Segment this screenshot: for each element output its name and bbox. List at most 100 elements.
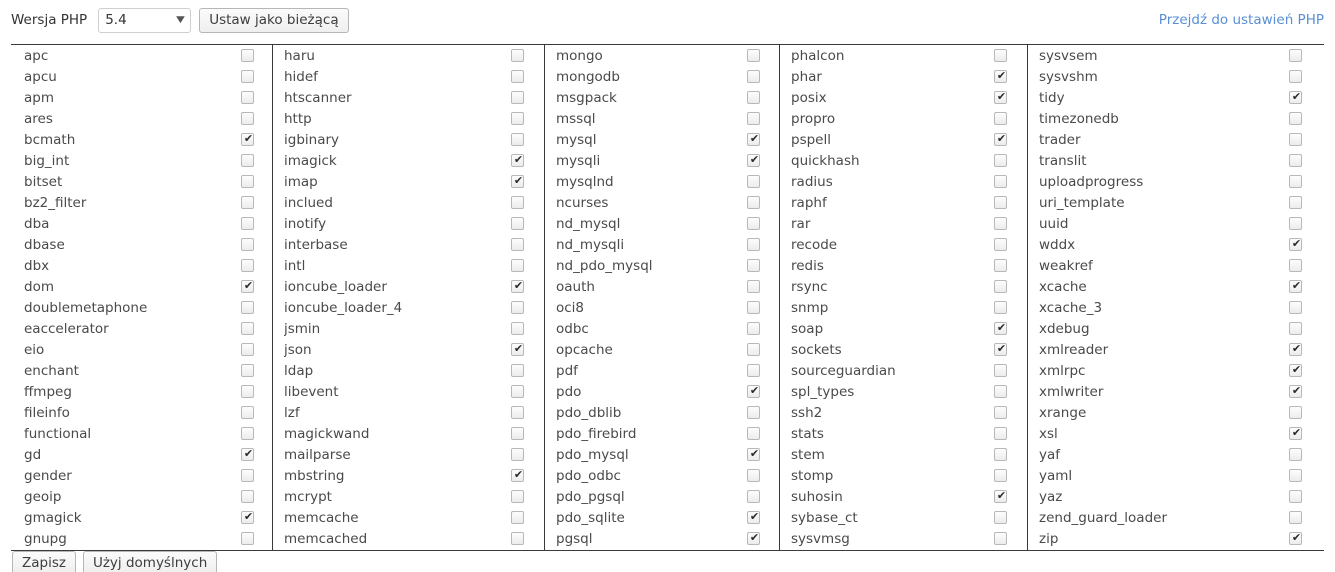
- extension-row[interactable]: sockets: [780, 339, 1027, 360]
- extension-checkbox[interactable]: [747, 70, 760, 83]
- extension-checkbox[interactable]: [1289, 89, 1303, 105]
- extension-checkbox[interactable]: [994, 196, 1007, 209]
- extension-checkbox[interactable]: [747, 446, 761, 462]
- extension-checkbox[interactable]: [1289, 217, 1302, 230]
- extension-checkbox[interactable]: [241, 238, 254, 251]
- extension-checkbox[interactable]: [241, 509, 255, 525]
- extension-checkbox[interactable]: [511, 217, 524, 230]
- extension-checkbox[interactable]: [511, 427, 524, 440]
- extension-checkbox[interactable]: [241, 406, 254, 419]
- extension-row[interactable]: igbinary: [273, 129, 544, 150]
- extension-checkbox[interactable]: [747, 530, 761, 546]
- extension-row[interactable]: rsync: [780, 276, 1027, 297]
- extension-row[interactable]: functional: [11, 423, 272, 444]
- extension-row[interactable]: memcache: [273, 507, 544, 528]
- extension-row[interactable]: nd_pdo_mysql: [545, 255, 779, 276]
- save-button[interactable]: Zapisz: [12, 551, 76, 572]
- set-as-current-button[interactable]: Ustaw jako bieżącą: [199, 7, 349, 33]
- extension-checkbox[interactable]: [241, 259, 254, 272]
- extension-row[interactable]: mysql: [545, 129, 779, 150]
- extension-checkbox[interactable]: [994, 112, 1007, 125]
- extension-row[interactable]: raphf: [780, 192, 1027, 213]
- extension-checkbox[interactable]: [747, 49, 760, 62]
- extension-row[interactable]: pdo_pgsql: [545, 486, 779, 507]
- extension-row[interactable]: ioncube_loader_4: [273, 297, 544, 318]
- extension-row[interactable]: inclued: [273, 192, 544, 213]
- php-version-select[interactable]: 5.4 ▼: [98, 7, 192, 33]
- extension-checkbox[interactable]: [994, 49, 1007, 62]
- extension-checkbox[interactable]: [994, 532, 1007, 545]
- extension-row[interactable]: phar: [780, 66, 1027, 87]
- extension-checkbox[interactable]: [747, 301, 760, 314]
- extension-checkbox[interactable]: [994, 320, 1008, 336]
- extension-row[interactable]: libevent: [273, 381, 544, 402]
- extension-checkbox[interactable]: [241, 532, 254, 545]
- extension-checkbox[interactable]: [994, 301, 1007, 314]
- extension-checkbox[interactable]: [241, 131, 255, 147]
- extension-checkbox[interactable]: [1289, 112, 1302, 125]
- extension-checkbox[interactable]: [241, 427, 254, 440]
- extension-row[interactable]: zend_guard_loader: [1028, 507, 1324, 528]
- extension-checkbox[interactable]: [747, 469, 760, 482]
- extension-checkbox[interactable]: [1289, 301, 1302, 314]
- extension-row[interactable]: soap: [780, 318, 1027, 339]
- extension-checkbox[interactable]: [747, 364, 760, 377]
- extension-checkbox[interactable]: [747, 152, 761, 168]
- extension-row[interactable]: pdo_firebird: [545, 423, 779, 444]
- extension-row[interactable]: odbc: [545, 318, 779, 339]
- extension-checkbox[interactable]: [747, 322, 760, 335]
- extension-row[interactable]: quickhash: [780, 150, 1027, 171]
- extension-row[interactable]: htscanner: [273, 87, 544, 108]
- extension-row[interactable]: nd_mysqli: [545, 234, 779, 255]
- extension-checkbox[interactable]: [511, 238, 524, 251]
- extension-checkbox[interactable]: [747, 427, 760, 440]
- extension-checkbox[interactable]: [241, 91, 254, 104]
- use-defaults-button[interactable]: Użyj domyślnych: [82, 551, 218, 572]
- extension-row[interactable]: mongodb: [545, 66, 779, 87]
- extension-row[interactable]: oci8: [545, 297, 779, 318]
- extension-checkbox[interactable]: [994, 68, 1008, 84]
- extension-row[interactable]: pdo_mysql: [545, 444, 779, 465]
- extension-row[interactable]: stats: [780, 423, 1027, 444]
- extension-checkbox[interactable]: [747, 490, 760, 503]
- extension-row[interactable]: hidef: [273, 66, 544, 87]
- extension-row[interactable]: mbstring: [273, 465, 544, 486]
- extension-checkbox[interactable]: [1289, 236, 1303, 252]
- extension-row[interactable]: apcu: [11, 66, 272, 87]
- extension-row[interactable]: pdo: [545, 381, 779, 402]
- extension-row[interactable]: nd_mysql: [545, 213, 779, 234]
- extension-row[interactable]: eaccelerator: [11, 318, 272, 339]
- extension-checkbox[interactable]: [511, 133, 524, 146]
- extension-row[interactable]: oauth: [545, 276, 779, 297]
- extension-checkbox[interactable]: [241, 446, 255, 462]
- extension-row[interactable]: mysqlnd: [545, 171, 779, 192]
- extension-row[interactable]: geoip: [11, 486, 272, 507]
- extension-row[interactable]: mailparse: [273, 444, 544, 465]
- extension-checkbox[interactable]: [511, 301, 524, 314]
- extension-row[interactable]: ares: [11, 108, 272, 129]
- extension-checkbox[interactable]: [1289, 383, 1303, 399]
- extension-checkbox[interactable]: [511, 259, 524, 272]
- extension-checkbox[interactable]: [1289, 49, 1302, 62]
- extension-checkbox[interactable]: [511, 322, 524, 335]
- extension-checkbox[interactable]: [511, 341, 525, 357]
- extension-checkbox[interactable]: [747, 343, 760, 356]
- extension-row[interactable]: recode: [780, 234, 1027, 255]
- extension-row[interactable]: fileinfo: [11, 402, 272, 423]
- extension-row[interactable]: imap: [273, 171, 544, 192]
- extension-checkbox[interactable]: [241, 175, 254, 188]
- extension-checkbox[interactable]: [747, 131, 761, 147]
- extension-row[interactable]: pdo_dblib: [545, 402, 779, 423]
- extension-checkbox[interactable]: [241, 364, 254, 377]
- extension-row[interactable]: wddx: [1028, 234, 1324, 255]
- extension-checkbox[interactable]: [241, 385, 254, 398]
- extension-checkbox[interactable]: [747, 112, 760, 125]
- extension-row[interactable]: xsl: [1028, 423, 1324, 444]
- extension-row[interactable]: weakref: [1028, 255, 1324, 276]
- extension-row[interactable]: ldap: [273, 360, 544, 381]
- extension-checkbox[interactable]: [1289, 278, 1303, 294]
- extension-row[interactable]: tidy: [1028, 87, 1324, 108]
- extension-row[interactable]: xmlreader: [1028, 339, 1324, 360]
- extension-checkbox[interactable]: [511, 278, 525, 294]
- extension-checkbox[interactable]: [994, 448, 1007, 461]
